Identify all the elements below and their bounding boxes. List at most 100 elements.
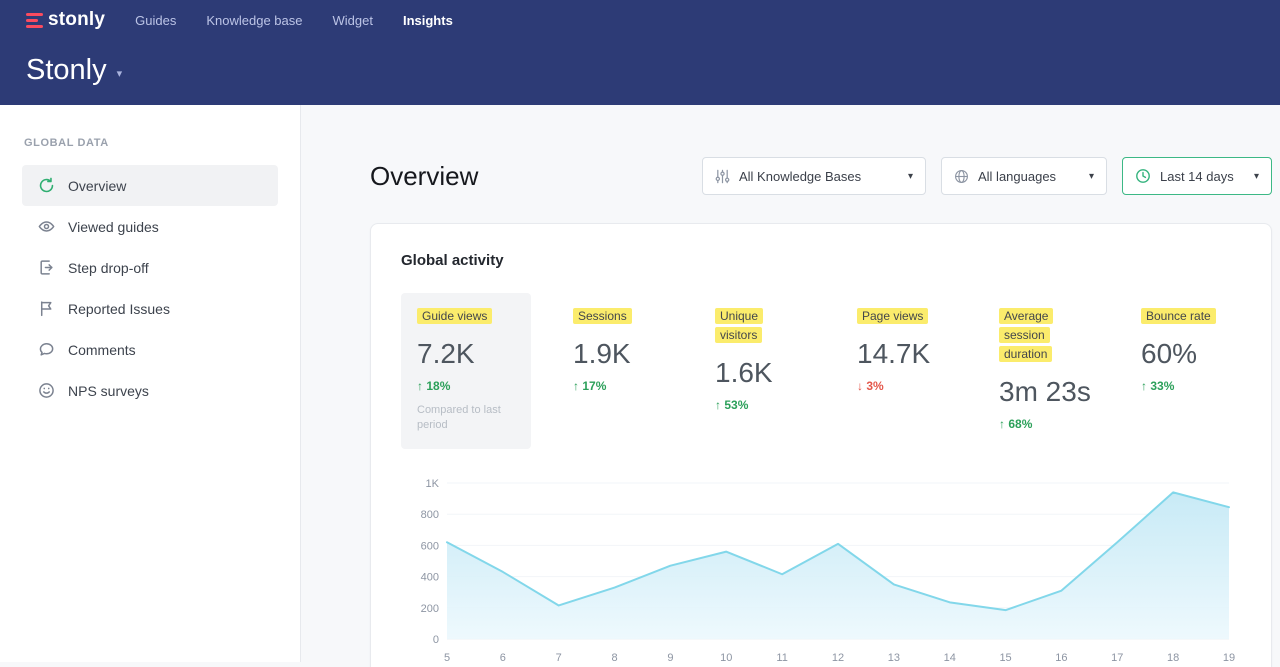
- sidebar-item-comments[interactable]: Comments: [22, 329, 278, 370]
- smiley-icon: [38, 382, 55, 399]
- sidebar-item-label: Reported Issues: [68, 301, 170, 317]
- svg-text:17: 17: [1111, 652, 1123, 664]
- stat-change: ↑ 68%: [999, 417, 1083, 431]
- stat-guide-views[interactable]: Guide views 7.2K ↑ 18% Compared to last …: [401, 293, 531, 449]
- svg-text:7: 7: [556, 652, 562, 664]
- stat-change: ↑ 53%: [715, 398, 799, 412]
- trend-up-icon: ↑: [417, 379, 423, 393]
- stat-label: Sessions: [573, 308, 632, 324]
- stat-value: 3m 23s: [999, 376, 1083, 408]
- overview-icon: [38, 177, 55, 194]
- activity-chart-container: 02004006008001K5678910111213141516171819: [401, 473, 1241, 667]
- filters-bar: All Knowledge Bases ▾ All languages ▾ La…: [702, 157, 1272, 195]
- svg-text:15: 15: [999, 652, 1011, 664]
- sidebar-item-label: Comments: [68, 342, 136, 358]
- page-title: Overview: [370, 161, 478, 192]
- nav-item-knowledge-base[interactable]: Knowledge base: [206, 13, 302, 28]
- nav-item-insights[interactable]: Insights: [403, 13, 453, 28]
- activity-chart: 02004006008001K5678910111213141516171819: [401, 473, 1241, 667]
- stat-value: 1.9K: [573, 338, 657, 370]
- eye-icon: [38, 218, 55, 235]
- sidebar-item-overview[interactable]: Overview: [22, 165, 278, 206]
- svg-text:10: 10: [720, 652, 732, 664]
- nav-item-guides[interactable]: Guides: [135, 13, 176, 28]
- chevron-down-icon: ▾: [1246, 171, 1259, 182]
- svg-text:5: 5: [444, 652, 450, 664]
- stonly-logo[interactable]: stonly: [26, 9, 105, 31]
- date-range-filter[interactable]: Last 14 days ▾: [1122, 157, 1272, 195]
- svg-text:9: 9: [667, 652, 673, 664]
- svg-text:0: 0: [433, 634, 439, 646]
- sidebar-item-label: Viewed guides: [68, 219, 159, 235]
- globe-icon: [954, 169, 969, 184]
- sidebar-item-label: NPS surveys: [68, 383, 149, 399]
- stat-unique-visitors[interactable]: Unique visitors 1.6K ↑ 53%: [699, 293, 815, 428]
- stat-sessions[interactable]: Sessions 1.9K ↑ 17%: [557, 293, 673, 409]
- svg-text:11: 11: [776, 652, 787, 664]
- sidebar: GLOBAL DATA Overview Viewed guides Step …: [0, 105, 301, 662]
- stat-label: Average session duration: [999, 308, 1053, 362]
- sidebar-section-label: GLOBAL DATA: [24, 137, 276, 149]
- nav-item-widget[interactable]: Widget: [333, 13, 373, 28]
- sidebar-item-step-drop-off[interactable]: Step drop-off: [22, 247, 278, 288]
- trend-up-icon: ↑: [1141, 379, 1147, 393]
- svg-text:13: 13: [888, 652, 900, 664]
- stonly-logo-text: stonly: [48, 9, 105, 31]
- step-dropoff-icon: [38, 259, 55, 276]
- filter-label: Last 14 days: [1160, 169, 1234, 184]
- knowledge-bases-filter[interactable]: All Knowledge Bases ▾: [702, 157, 926, 195]
- stat-change: ↑ 18%: [417, 379, 515, 393]
- stat-label: Guide views: [417, 308, 492, 324]
- stat-value: 60%: [1141, 338, 1225, 370]
- stat-label: Unique visitors: [715, 308, 763, 343]
- svg-text:19: 19: [1223, 652, 1235, 664]
- stat-value: 1.6K: [715, 357, 799, 389]
- stat-label: Bounce rate: [1141, 308, 1216, 324]
- svg-text:8: 8: [612, 652, 618, 664]
- sidebar-item-label: Overview: [68, 178, 126, 194]
- workspace-title: Stonly: [26, 54, 107, 87]
- stat-average-session-duration[interactable]: Average session duration 3m 23s ↑ 68%: [983, 293, 1099, 447]
- trend-up-icon: ↑: [715, 398, 721, 412]
- clock-icon: [1135, 168, 1151, 184]
- svg-text:600: 600: [421, 540, 439, 552]
- stat-change: ↓ 3%: [857, 379, 941, 393]
- chevron-down-icon: ▾: [1081, 171, 1094, 182]
- filter-label: All Knowledge Bases: [739, 169, 861, 184]
- top-navbar: stonly Guides Knowledge base Widget Insi…: [0, 0, 1280, 105]
- stats-row: Guide views 7.2K ↑ 18% Compared to last …: [401, 293, 1241, 449]
- card-title: Global activity: [401, 252, 1241, 269]
- trend-up-icon: ↑: [573, 379, 579, 393]
- svg-text:800: 800: [421, 509, 439, 521]
- stat-change: ↑ 17%: [573, 379, 657, 393]
- global-activity-card: Global activity Guide views 7.2K ↑ 18% C…: [370, 223, 1272, 667]
- trend-down-icon: ↓: [857, 379, 863, 393]
- chevron-down-icon: ▾: [900, 171, 913, 182]
- stat-change: ↑ 33%: [1141, 379, 1225, 393]
- stat-label: Page views: [857, 308, 928, 324]
- svg-text:200: 200: [421, 603, 439, 615]
- languages-filter[interactable]: All languages ▾: [941, 157, 1107, 195]
- filter-label: All languages: [978, 169, 1056, 184]
- stat-value: 14.7K: [857, 338, 941, 370]
- chevron-down-icon: ▾: [117, 67, 123, 80]
- stat-page-views[interactable]: Page views 14.7K ↓ 3%: [841, 293, 957, 409]
- sidebar-item-nps-surveys[interactable]: NPS surveys: [22, 370, 278, 411]
- svg-text:16: 16: [1055, 652, 1067, 664]
- svg-text:18: 18: [1167, 652, 1179, 664]
- stat-value: 7.2K: [417, 338, 515, 370]
- main-content: Overview All Knowledge Bases ▾ All langu…: [301, 105, 1280, 662]
- svg-text:6: 6: [500, 652, 506, 664]
- sidebar-item-reported-issues[interactable]: Reported Issues: [22, 288, 278, 329]
- flag-icon: [38, 300, 55, 317]
- stat-note: Compared to last period: [417, 403, 515, 433]
- sliders-icon: [715, 169, 730, 184]
- trend-up-icon: ↑: [999, 417, 1005, 431]
- sidebar-item-viewed-guides[interactable]: Viewed guides: [22, 206, 278, 247]
- svg-text:12: 12: [832, 652, 844, 664]
- stat-bounce-rate[interactable]: Bounce rate 60% ↑ 33%: [1125, 293, 1241, 409]
- svg-text:14: 14: [944, 652, 956, 664]
- svg-text:1K: 1K: [426, 478, 440, 490]
- sidebar-item-label: Step drop-off: [68, 260, 149, 276]
- workspace-selector[interactable]: Stonly ▾: [26, 54, 122, 87]
